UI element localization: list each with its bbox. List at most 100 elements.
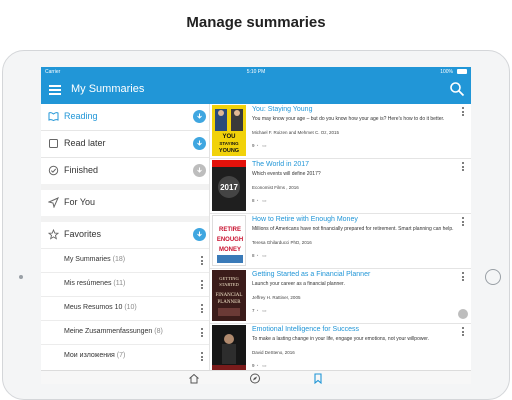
rating-icon: ◔ bbox=[255, 253, 259, 258]
list-name: My Summaries bbox=[64, 256, 111, 263]
list-name: Мои изложения bbox=[64, 352, 115, 359]
rating-icon: ◔ bbox=[255, 143, 259, 148]
camera-dot bbox=[19, 275, 23, 279]
search-icon[interactable] bbox=[449, 81, 465, 97]
summary-title[interactable]: You: Staying Young bbox=[252, 106, 312, 113]
summary-card[interactable]: 2017 The World in 2017 Which events will… bbox=[210, 159, 471, 214]
send-icon bbox=[48, 197, 59, 208]
summary-author: Teresa Ghilarducci PhD, 2016 bbox=[252, 240, 312, 245]
cover-text: RETIRE bbox=[219, 227, 241, 233]
list-count: (8) bbox=[154, 328, 163, 335]
more-options-icon[interactable] bbox=[201, 304, 204, 315]
book-cover: GETTING STARTED FINANCIAL PLANNER bbox=[212, 270, 246, 321]
rating-icon: ◔ bbox=[255, 198, 259, 203]
clock-label: 5:10 PM bbox=[246, 69, 266, 75]
bookmark-icon[interactable] bbox=[312, 373, 324, 384]
summary-meta: 9 ◔ ▭ bbox=[252, 363, 267, 369]
home-button[interactable] bbox=[485, 269, 501, 285]
app-title: My Summaries bbox=[71, 83, 145, 95]
summary-list: YOU STAYING YOUNG You: Staying Young You… bbox=[210, 104, 471, 379]
cover-text: YOU bbox=[222, 134, 235, 140]
cover-text: 2017 bbox=[220, 183, 238, 192]
app-screen: Carrier 5:10 PM 100% My Summaries Readin… bbox=[41, 67, 471, 384]
bottom-tab-bar bbox=[41, 370, 471, 384]
star-icon bbox=[48, 229, 59, 240]
favorite-list-item[interactable]: Meus Resumos 10 (10) bbox=[41, 296, 209, 321]
more-options-icon[interactable] bbox=[462, 162, 465, 173]
cover-text: STAYING bbox=[219, 141, 239, 146]
summary-title[interactable]: The World in 2017 bbox=[252, 161, 309, 168]
text-format-icon: ▭ bbox=[262, 253, 267, 258]
summary-title[interactable]: Getting Started as a Financial Planner bbox=[252, 271, 370, 278]
home-icon[interactable] bbox=[188, 373, 200, 384]
sidebar-item-label: For You bbox=[64, 197, 96, 207]
sidebar-item-finished[interactable]: Finished bbox=[41, 158, 209, 184]
summary-title[interactable]: Emotional Intelligence for Success bbox=[252, 326, 359, 333]
sidebar-item-label: Finished bbox=[64, 165, 99, 175]
summary-card[interactable]: YOU STAYING YOUNG You: Staying Young You… bbox=[210, 104, 471, 159]
more-options-icon[interactable] bbox=[201, 280, 204, 291]
book-cover: RETIRE ENOUGH MONEY bbox=[212, 215, 246, 266]
download-icon[interactable] bbox=[193, 110, 206, 123]
summary-card[interactable]: GETTING STARTED FINANCIAL PLANNER Gettin… bbox=[210, 269, 471, 324]
rating-icon: ◔ bbox=[255, 308, 259, 313]
summary-author: Michael F. Roizen and Mehmet C. Oz, 2015 bbox=[252, 130, 340, 135]
download-icon[interactable] bbox=[193, 137, 206, 150]
summary-description: Which events will define 2017? bbox=[252, 171, 321, 177]
list-count: (18) bbox=[112, 256, 126, 263]
cover-text: PLANNER bbox=[217, 300, 241, 305]
sidebar-item-label: Reading bbox=[64, 111, 98, 121]
more-options-icon[interactable] bbox=[201, 328, 204, 339]
summary-description: Millions of Americans have not financial… bbox=[252, 226, 454, 232]
sidebar-item-label: Read later bbox=[64, 138, 106, 148]
cover-text: STARTED bbox=[219, 282, 239, 287]
download-icon[interactable] bbox=[458, 309, 468, 319]
summary-meta: 8 ◔ ▭ bbox=[252, 253, 267, 259]
book-open-icon bbox=[48, 112, 59, 122]
download-icon[interactable] bbox=[193, 228, 206, 241]
book-cover: 2017 bbox=[212, 160, 246, 211]
page-caption: Manage summaries bbox=[186, 14, 326, 31]
summary-meta: 7 ◔ ▭ bbox=[252, 308, 267, 314]
check-circle-icon bbox=[48, 165, 59, 176]
list-name: Meine Zusammenfassungen bbox=[64, 328, 153, 335]
summary-meta: 8 ◔ ▭ bbox=[252, 198, 267, 204]
battery-icon bbox=[457, 69, 467, 74]
book-cover bbox=[212, 325, 246, 376]
favorite-list-item[interactable]: Мои изложения (7) bbox=[41, 344, 209, 369]
text-format-icon: ▭ bbox=[262, 308, 267, 313]
favorite-list-item[interactable]: Mis resúmenes (11) bbox=[41, 272, 209, 297]
more-options-icon[interactable] bbox=[201, 352, 204, 363]
more-options-icon[interactable] bbox=[462, 107, 465, 118]
more-options-icon[interactable] bbox=[462, 272, 465, 283]
menu-icon[interactable] bbox=[49, 85, 61, 95]
summary-card[interactable]: RETIRE ENOUGH MONEY How to Retire with E… bbox=[210, 214, 471, 269]
list-count: (10) bbox=[124, 304, 137, 311]
sidebar-item-read-later[interactable]: Read later bbox=[41, 131, 209, 157]
summary-description: You may know your age – but do you know … bbox=[252, 116, 445, 122]
favorite-list-item[interactable]: My Summaries (18) bbox=[41, 248, 209, 273]
more-options-icon[interactable] bbox=[201, 256, 204, 267]
compass-icon[interactable] bbox=[249, 373, 261, 384]
favorite-list-item[interactable]: Meine Zusammenfassungen (8) bbox=[41, 320, 209, 345]
more-options-icon[interactable] bbox=[462, 217, 465, 228]
download-icon[interactable] bbox=[193, 164, 206, 177]
cover-text: MONEY bbox=[219, 247, 241, 253]
rating-icon: ◔ bbox=[255, 363, 259, 368]
summary-title[interactable]: How to Retire with Enough Money bbox=[252, 216, 358, 223]
sidebar-item-label: Favorites bbox=[64, 229, 102, 239]
video-icon: ▭ bbox=[262, 198, 267, 203]
cover-text: FINANCIAL bbox=[216, 293, 243, 298]
list-count: (7) bbox=[116, 352, 126, 359]
status-bar: Carrier 5:10 PM 100% bbox=[41, 67, 471, 77]
more-options-icon[interactable] bbox=[462, 327, 465, 338]
sidebar-item-reading[interactable]: Reading bbox=[41, 104, 209, 130]
video-icon: ▭ bbox=[262, 363, 267, 368]
battery-percent: 100% bbox=[440, 69, 453, 75]
summary-description: Launch your career as a financial planne… bbox=[252, 281, 345, 287]
clock-icon bbox=[49, 139, 58, 148]
sidebar: Reading Read later Finished For You Favo… bbox=[41, 104, 210, 370]
rating-value: 7 bbox=[252, 308, 255, 313]
sidebar-item-for-you[interactable]: For You bbox=[41, 190, 209, 216]
sidebar-item-favorites[interactable]: Favorites bbox=[41, 222, 209, 248]
